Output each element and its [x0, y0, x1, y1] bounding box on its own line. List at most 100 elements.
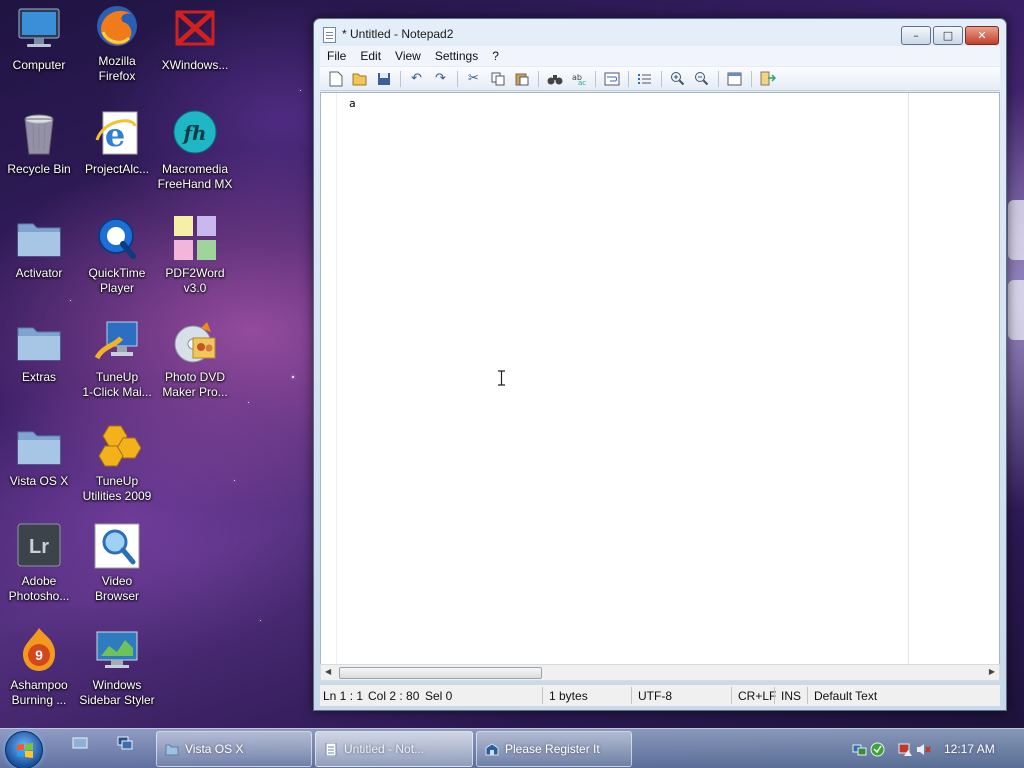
desktop-icon-label: PDF2Word v3.0 [165, 266, 225, 295]
desktop-icon-xwindows[interactable]: XWindows... [156, 6, 234, 73]
pdf2word-icon [171, 214, 219, 262]
menu-edit[interactable]: Edit [353, 49, 388, 63]
replace-icon[interactable]: ab ac [568, 69, 589, 89]
desktop-icon-computer[interactable]: Computer [0, 6, 78, 73]
start-button[interactable] [5, 731, 43, 768]
desktop-icon-label: Ashampoo Burning ... [10, 678, 68, 707]
taskbar-vista-os-x[interactable]: Vista OS X [156, 731, 312, 767]
star [292, 376, 294, 378]
firefox-icon [93, 2, 141, 50]
desktop-icon-tuneup-1click[interactable]: TuneUp 1-Click Mai... [78, 318, 156, 400]
scroll-left-icon[interactable]: ◀ [325, 667, 331, 676]
tuneup-utilities-icon [93, 422, 142, 470]
status-size: 1 bytes [549, 689, 588, 703]
recycle-bin-icon [15, 110, 63, 158]
long-line-marker [908, 93, 909, 666]
zoom-in-icon[interactable] [667, 69, 688, 89]
menu-file[interactable]: File [320, 49, 353, 63]
toolbar: ↶ ↷ ✂ ab ac [320, 67, 1000, 91]
close-button[interactable]: ✕ [965, 26, 999, 45]
exit-icon[interactable] [757, 69, 778, 89]
internet-explorer-icon: e [93, 110, 141, 158]
notepad-icon [323, 27, 336, 43]
security-icon[interactable] [870, 742, 885, 757]
switch-windows-icon[interactable] [117, 736, 133, 750]
network-icon[interactable] [852, 742, 867, 757]
status-column: Col 2 : 80 [368, 689, 420, 703]
taskbar-clock[interactable]: 12:17 AM [944, 742, 995, 756]
desktop-icon-activator[interactable]: Activator [0, 214, 78, 281]
line-numbers-icon[interactable] [634, 69, 655, 89]
open-icon[interactable] [349, 69, 370, 89]
sidebar-gadget[interactable] [1008, 200, 1024, 260]
toolbar-separator [661, 70, 662, 87]
scheme-icon[interactable] [724, 69, 745, 89]
scrollbar-thumb[interactable] [339, 667, 542, 679]
redo-icon[interactable]: ↷ [430, 69, 451, 89]
desktop-icon-label: XWindows... [161, 58, 229, 72]
desktop-icon-label: Extras [21, 370, 56, 384]
show-desktop-icon[interactable] [72, 736, 88, 750]
star [260, 620, 261, 621]
status-encoding: UTF-8 [638, 689, 672, 703]
taskbar-notepad[interactable]: Untitled - Not... [315, 731, 473, 767]
cut-icon[interactable]: ✂ [463, 69, 484, 89]
desktop-icon-quicktime-player[interactable]: QuickTime Player [78, 214, 156, 296]
save-icon[interactable] [373, 69, 394, 89]
menu-view[interactable]: View [388, 49, 428, 63]
horizontal-scrollbar[interactable]: ◀ ▶ [320, 664, 1000, 681]
desktop-icon-label: Photo DVD Maker Pro... [162, 370, 228, 399]
desktop-icon-label: ProjectAlc... [84, 162, 150, 176]
desktop-icon-recycle-bin[interactable]: Recycle Bin [0, 110, 78, 177]
desktop-icon-label: QuickTime Player [88, 266, 146, 295]
desktop-icon-video-browser[interactable]: Video Browser [78, 522, 156, 604]
desktop-icon-label: Activator [15, 266, 63, 280]
desktop-icon-windows-sidebar-styler[interactable]: Windows Sidebar Styler [78, 626, 156, 708]
toolbar-separator [400, 70, 401, 87]
desktop-icon-extras[interactable]: Extras [0, 318, 78, 385]
maximize-icon: □ [942, 29, 954, 42]
desktop-icon-label: Macromedia FreeHand MX [157, 162, 233, 191]
desktop-icon-mozilla-firefox[interactable]: Mozilla Firefox [78, 2, 156, 84]
desktop-icon-adobe-photoshop[interactable]: Lr Adobe Photosho... [0, 522, 78, 604]
desktop-icon-label: Adobe Photosho... [8, 574, 70, 603]
maximize-button[interactable]: □ [933, 26, 963, 45]
undo-icon[interactable]: ↶ [406, 69, 427, 89]
desktop-icon-label: Video Browser [94, 574, 139, 603]
word-wrap-icon[interactable] [601, 69, 622, 89]
desktop-icon-projectalc[interactable]: e ProjectAlc... [78, 110, 156, 177]
computer-icon [15, 6, 63, 54]
network-warning-icon[interactable] [898, 742, 913, 757]
photo-dvd-maker-icon [171, 318, 219, 366]
text-editor[interactable]: a [320, 92, 1000, 667]
menu-help[interactable]: ? [485, 49, 506, 63]
star [70, 300, 71, 301]
editor-content[interactable]: a [349, 97, 356, 110]
taskbar-button-label: Untitled - Not... [344, 742, 425, 756]
desktop-icon-pdf2word[interactable]: PDF2Word v3.0 [156, 214, 234, 296]
find-icon[interactable] [544, 69, 565, 89]
text-cursor-icon [498, 370, 505, 386]
notepad-window[interactable]: * Untitled - Notepad2 – □ ✕ File Edit Vi… [313, 18, 1007, 711]
lightroom-icon: Lr [15, 522, 63, 570]
volume-muted-icon[interactable] [916, 742, 931, 757]
copy-icon[interactable] [487, 69, 508, 89]
desktop-icon-photo-dvd-maker[interactable]: Photo DVD Maker Pro... [156, 318, 234, 400]
desktop-icon-tuneup-utilities[interactable]: TuneUp Utilities 2009 [78, 422, 156, 504]
desktop-icon-ashampoo-burning[interactable]: 9 Ashampoo Burning ... [0, 626, 78, 708]
scroll-right-icon[interactable]: ▶ [989, 667, 995, 676]
desktop-icon-macromedia-freehand[interactable]: fh Macromedia FreeHand MX [156, 110, 234, 192]
taskbar-please-register[interactable]: Please Register It [476, 731, 632, 767]
minimize-button[interactable]: – [901, 26, 931, 45]
menu-bar: File Edit View Settings ? [320, 46, 1000, 66]
desktop-icon-vista-os-x[interactable]: Vista OS X [0, 422, 78, 489]
new-icon[interactable] [325, 69, 346, 89]
sidebar-gadget[interactable] [1008, 280, 1024, 340]
taskbar: Vista OS X Untitled - Not... Please Regi… [0, 728, 1024, 768]
title-bar[interactable]: * Untitled - Notepad2 – □ ✕ [314, 19, 1006, 49]
paste-icon[interactable] [511, 69, 532, 89]
status-separator [631, 687, 632, 704]
menu-settings[interactable]: Settings [428, 49, 485, 63]
windows-logo-icon [17, 743, 33, 758]
zoom-out-icon[interactable] [691, 69, 712, 89]
